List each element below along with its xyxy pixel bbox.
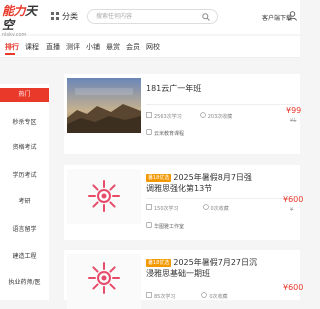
- course-thumbnail[interactable]: [67, 254, 141, 309]
- tab-rank[interactable]: 排行: [5, 41, 19, 53]
- sidebar-item-flash[interactable]: 秒杀专区: [0, 116, 49, 130]
- students-icon: [146, 112, 152, 120]
- sidebar-item-degree[interactable]: 学历考试: [0, 169, 49, 183]
- sidebar-item-postgrad[interactable]: 考研: [0, 195, 49, 209]
- course-price: ¥600: [283, 283, 304, 292]
- menu-grid-icon: [51, 11, 59, 22]
- course-title[interactable]: 暑18优选 2025年暑假7月27日沉浸雅思基础一期班: [146, 257, 258, 279]
- favorites-count: 0次收藏: [210, 205, 229, 212]
- sidebar-item-language[interactable]: 语言留学: [0, 223, 49, 237]
- course-stats: 2563次学习 203次收藏: [146, 112, 232, 120]
- provider-icon: [146, 129, 152, 137]
- sidebar-item-qualify[interactable]: 资格考试: [0, 141, 49, 155]
- favorites-count: 0次收藏: [209, 293, 228, 300]
- main-nav: 排行 课程 直播 测评 小铺 悬赏 会员 网校: [0, 36, 300, 58]
- search-box: [87, 9, 218, 24]
- course-stats: 85次学习 0次收藏: [146, 292, 228, 300]
- category-button[interactable]: 分类: [51, 11, 78, 22]
- tab-courses[interactable]: 课程: [25, 41, 39, 53]
- provider-name: 华图雅工作室: [154, 223, 185, 230]
- category-label: 分类: [62, 12, 78, 21]
- course-title[interactable]: 181云广一年班: [146, 83, 258, 94]
- logo-text-a: 能力: [2, 4, 26, 18]
- card-divider: [146, 104, 296, 105]
- course-stats: 150次学习 0次收藏: [146, 204, 229, 212]
- category-sidebar: 热门 秒杀专区 资格考试 学历考试 考研 语言留学 建造工程 执业药师/医: [0, 84, 49, 300]
- course-provider[interactable]: 华图雅工作室: [146, 222, 184, 230]
- course-price: ¥99: [286, 106, 302, 115]
- students-count: 150次学习: [154, 205, 179, 212]
- course-card[interactable]: 暑18优选 2025年暑假7月27日沉浸雅思基础一期班 85次学习 0次收藏 ¥6…: [64, 250, 304, 309]
- students-count: 2563次学习: [154, 113, 182, 120]
- students-icon: [146, 204, 152, 212]
- course-price-old: ¥1: [290, 118, 297, 124]
- sidebar-item-build[interactable]: 建造工程: [0, 250, 49, 264]
- course-badge: 暑18优选: [146, 259, 172, 267]
- tab-live[interactable]: 直播: [46, 41, 60, 53]
- course-thumbnail[interactable]: [67, 78, 141, 133]
- sidebar-item-pharma[interactable]: 执业药师/医: [0, 276, 49, 290]
- course-price-old: ¥: [290, 207, 294, 213]
- course-thumbnail[interactable]: [67, 169, 141, 224]
- provider-icon: [146, 222, 152, 230]
- course-provider[interactable]: 云米教育课程: [146, 129, 184, 137]
- course-title[interactable]: 暑18优选 2025年暑假8月7日强调雅思强化第13节: [146, 172, 258, 194]
- search-input[interactable]: [88, 10, 196, 23]
- course-price: ¥600: [283, 195, 304, 204]
- tab-bounty[interactable]: 悬赏: [106, 41, 120, 53]
- active-tab-indicator: [5, 53, 15, 55]
- sidebar-item-hot[interactable]: 热门: [0, 88, 49, 102]
- favorite-icon: [202, 204, 209, 212]
- course-badge: 暑18优选: [146, 174, 172, 182]
- user-icon[interactable]: [288, 11, 297, 23]
- course-card[interactable]: 暑18优选 2025年暑假8月7日强调雅思强化第13节 150次学习 0次收藏 华…: [64, 165, 304, 240]
- tab-member[interactable]: 会员: [126, 41, 140, 53]
- tab-school[interactable]: 网校: [146, 41, 160, 53]
- site-logo[interactable]: 能力天空 nlsky.com: [2, 4, 48, 38]
- tab-shop[interactable]: 小铺: [86, 41, 100, 53]
- favorite-icon: [199, 112, 206, 120]
- course-card[interactable]: 181云广一年班 2563次学习 203次收藏 云米教育课程 ¥99 ¥1: [64, 74, 302, 154]
- top-header: 能力天空 nlsky.com 分类 客户端下载: [0, 0, 300, 38]
- tab-tests[interactable]: 测评: [66, 41, 80, 53]
- provider-name: 云米教育课程: [154, 130, 185, 137]
- favorites-count: 203次收藏: [207, 113, 233, 120]
- students-icon: [146, 292, 152, 300]
- card-divider: [146, 198, 296, 199]
- students-count: 85次学习: [154, 293, 176, 300]
- favorite-icon: [201, 292, 208, 300]
- search-icon[interactable]: [202, 13, 210, 23]
